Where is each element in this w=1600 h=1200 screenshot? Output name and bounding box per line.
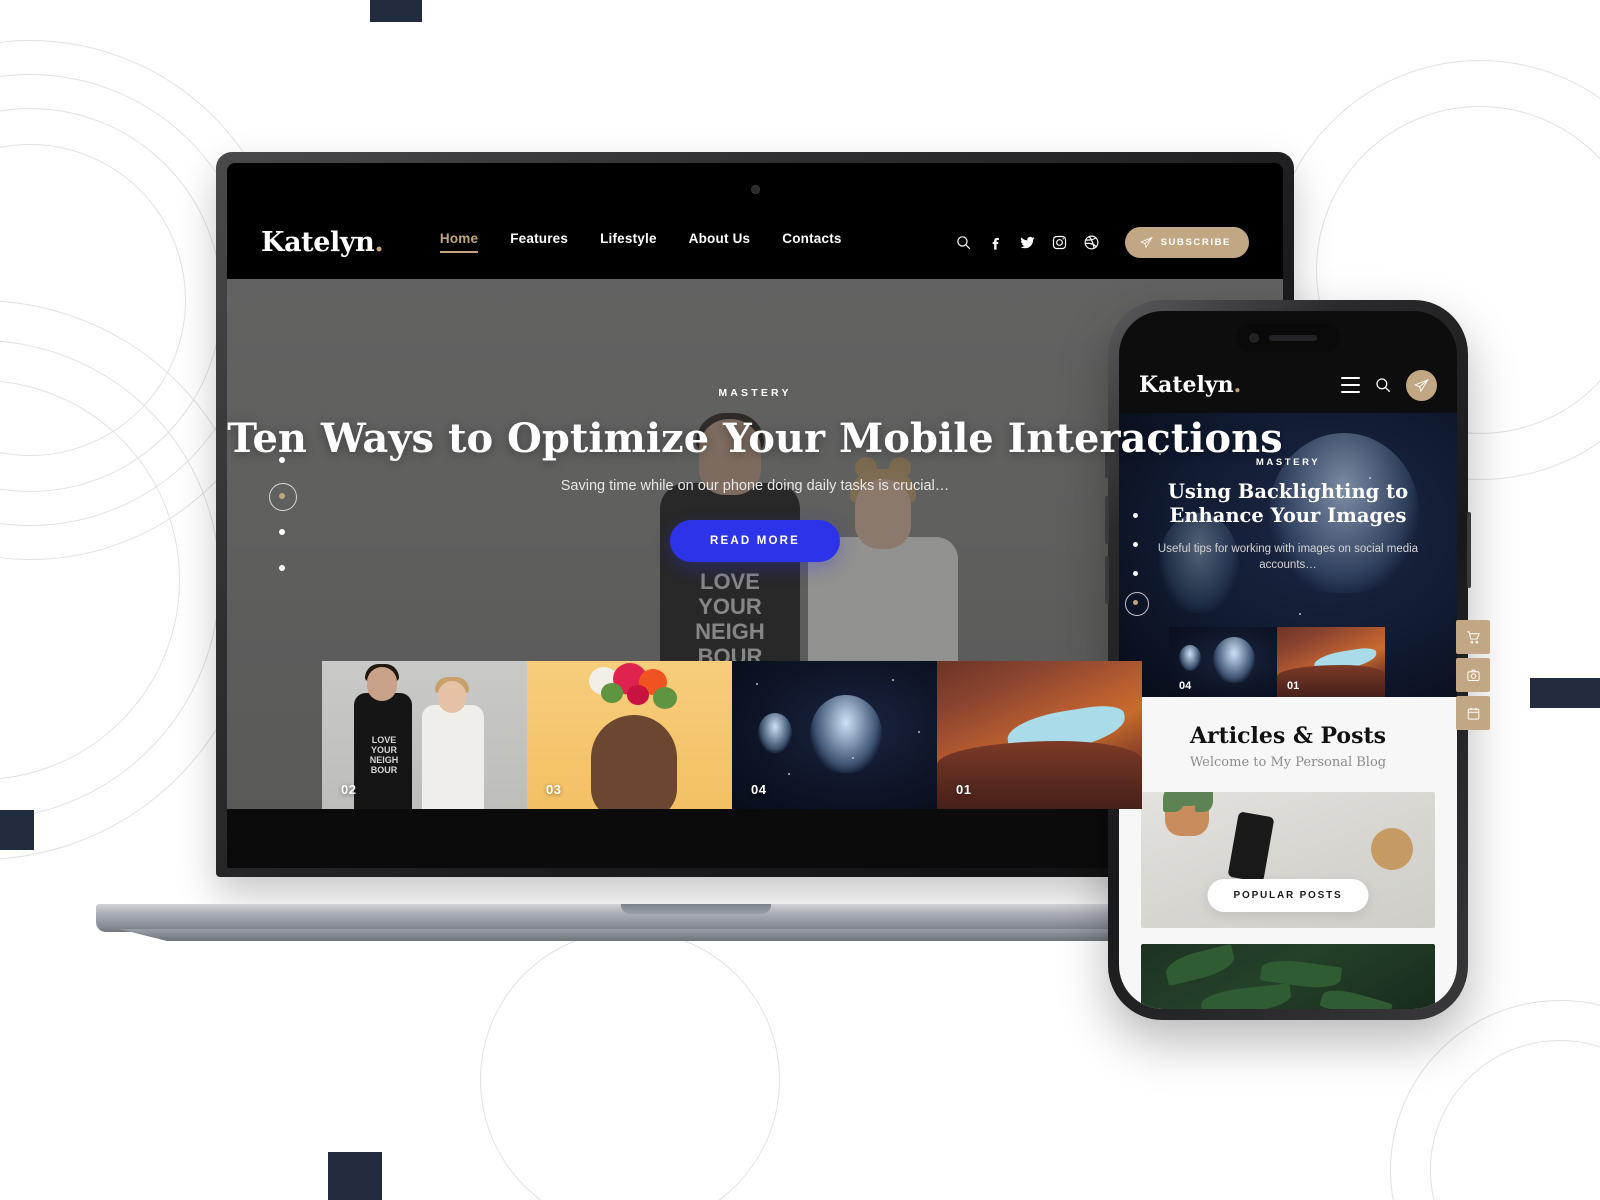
hamburger-menu-icon[interactable] bbox=[1341, 377, 1360, 393]
laptop-camera-icon bbox=[751, 185, 760, 194]
subscribe-label: SUBSCRIBE bbox=[1160, 236, 1231, 248]
popular-posts-badge[interactable]: POPULAR POSTS bbox=[1207, 879, 1369, 912]
phone-thumbnail-04[interactable]: 04 bbox=[1169, 627, 1277, 697]
slider-dot-2-active[interactable] bbox=[269, 483, 297, 511]
dribbble-icon[interactable] bbox=[1083, 234, 1100, 251]
popular-posts-card[interactable]: POPULAR POSTS bbox=[1141, 792, 1435, 928]
nav-item-contacts[interactable]: Contacts bbox=[782, 231, 841, 253]
phone-dynamic-island bbox=[1236, 324, 1340, 352]
site-logo-name: Katelyn bbox=[261, 226, 375, 258]
gallery-icon bbox=[1466, 669, 1480, 681]
phone-subscribe-button[interactable] bbox=[1406, 369, 1437, 401]
read-more-button[interactable]: READ MORE bbox=[669, 520, 841, 563]
header-actions: SUBSCRIBE bbox=[955, 226, 1249, 258]
phone-power-button bbox=[1467, 512, 1471, 588]
phone-logo-name: Katelyn bbox=[1139, 372, 1234, 398]
phone-slider-dot-4-active[interactable] bbox=[1124, 591, 1149, 616]
phone-slider-dot-2[interactable] bbox=[1133, 542, 1138, 547]
phone-hero-title: Using Backlighting to Enhance Your Image… bbox=[1167, 480, 1409, 528]
thumbnail-01[interactable]: 01 bbox=[937, 661, 1142, 809]
main-nav: Home Features Lifestyle About Us Contact… bbox=[439, 231, 842, 253]
phone-slider-pagination bbox=[1124, 513, 1149, 629]
hero-thumbnail-strip: LOVE YOUR NEIGH BOUR 02 03 04 01 bbox=[322, 661, 1142, 809]
site-logo[interactable]: Katelyn. bbox=[261, 226, 384, 258]
decor-rings-bottom-right bbox=[1390, 1000, 1600, 1200]
articles-section-subtitle: Welcome to My Personal Blog bbox=[1189, 755, 1387, 770]
slider-dot-3[interactable] bbox=[279, 529, 285, 535]
hero-title: Ten Ways to Optimize Your Mobile Interac… bbox=[227, 415, 1283, 462]
facebook-icon[interactable] bbox=[987, 234, 1004, 251]
nav-item-about-us[interactable]: About Us bbox=[689, 231, 751, 253]
phone-hero-subtitle: Useful tips for working with images on s… bbox=[1157, 542, 1419, 572]
decor-square-bottom bbox=[328, 1152, 382, 1200]
phone-header-actions bbox=[1341, 369, 1437, 401]
floating-side-tabs bbox=[1456, 620, 1490, 734]
article-card-fern[interactable] bbox=[1141, 944, 1435, 1009]
phone-search-icon[interactable] bbox=[1374, 376, 1392, 394]
cart-tab[interactable] bbox=[1456, 620, 1490, 654]
site-logo-dot: . bbox=[374, 226, 384, 258]
nav-item-features[interactable]: Features bbox=[510, 231, 568, 253]
slider-dot-1[interactable] bbox=[279, 457, 285, 463]
subscribe-button[interactable]: SUBSCRIBE bbox=[1124, 226, 1249, 258]
phone-site-header: Katelyn. bbox=[1119, 357, 1457, 413]
instagram-icon[interactable] bbox=[1051, 234, 1068, 251]
decor-square-top bbox=[370, 0, 422, 22]
phone-hero-category: MASTERY bbox=[1255, 457, 1321, 468]
paper-plane-icon bbox=[1139, 236, 1153, 248]
phone-slider-dot-3[interactable] bbox=[1133, 571, 1138, 576]
hero-slider-pagination bbox=[269, 457, 297, 601]
nav-item-lifestyle[interactable]: Lifestyle bbox=[600, 231, 657, 253]
phone-thumbnail-number: 04 bbox=[1179, 680, 1192, 692]
decor-rings-bottom-center bbox=[480, 930, 780, 1200]
thumbnail-number: 03 bbox=[546, 782, 562, 797]
thumbnail-04[interactable]: 04 bbox=[732, 661, 937, 809]
calendar-tab[interactable] bbox=[1456, 696, 1490, 730]
mockup-canvas: Katelyn. Home Features Lifestyle About U… bbox=[0, 0, 1600, 1200]
phone-thumbnail-number: 01 bbox=[1287, 680, 1300, 692]
phone-slider-dot-1[interactable] bbox=[1133, 513, 1138, 518]
twitter-icon[interactable] bbox=[1019, 234, 1036, 251]
paper-plane-icon bbox=[1414, 378, 1429, 392]
thumbnail-number: 02 bbox=[341, 782, 357, 797]
phone-logo-dot: . bbox=[1233, 372, 1242, 398]
thumbnail-number: 01 bbox=[956, 782, 972, 797]
site-header: Katelyn. Home Features Lifestyle About U… bbox=[227, 205, 1283, 279]
articles-section-title: Articles & Posts bbox=[1189, 723, 1387, 749]
phone-site-logo[interactable]: Katelyn. bbox=[1139, 372, 1241, 398]
phone-articles-section: Articles & Posts Welcome to My Personal … bbox=[1119, 697, 1457, 1009]
cart-icon bbox=[1466, 630, 1480, 644]
phone-hero-content: MASTERY Using Backlighting to Enhance Yo… bbox=[1119, 457, 1457, 574]
search-icon[interactable] bbox=[955, 234, 972, 251]
thumbnail-02[interactable]: LOVE YOUR NEIGH BOUR 02 bbox=[322, 661, 527, 809]
decor-square-left bbox=[0, 810, 34, 850]
decor-square-right bbox=[1530, 678, 1600, 708]
calendar-icon bbox=[1467, 707, 1479, 720]
nav-item-home[interactable]: Home bbox=[439, 231, 479, 253]
gallery-tab[interactable] bbox=[1456, 658, 1490, 692]
phone-volume-down-button bbox=[1105, 556, 1109, 604]
thumbnail-03[interactable]: 03 bbox=[527, 661, 732, 809]
phone-mockup: Katelyn. MASTERY Using Backlighting to E… bbox=[1105, 300, 1490, 1020]
thumbnail-number: 04 bbox=[751, 782, 767, 797]
phone-thumbnail-strip: 04 01 bbox=[1169, 627, 1385, 697]
slider-dot-4[interactable] bbox=[279, 565, 285, 571]
phone-thumbnail-01[interactable]: 01 bbox=[1277, 627, 1385, 697]
